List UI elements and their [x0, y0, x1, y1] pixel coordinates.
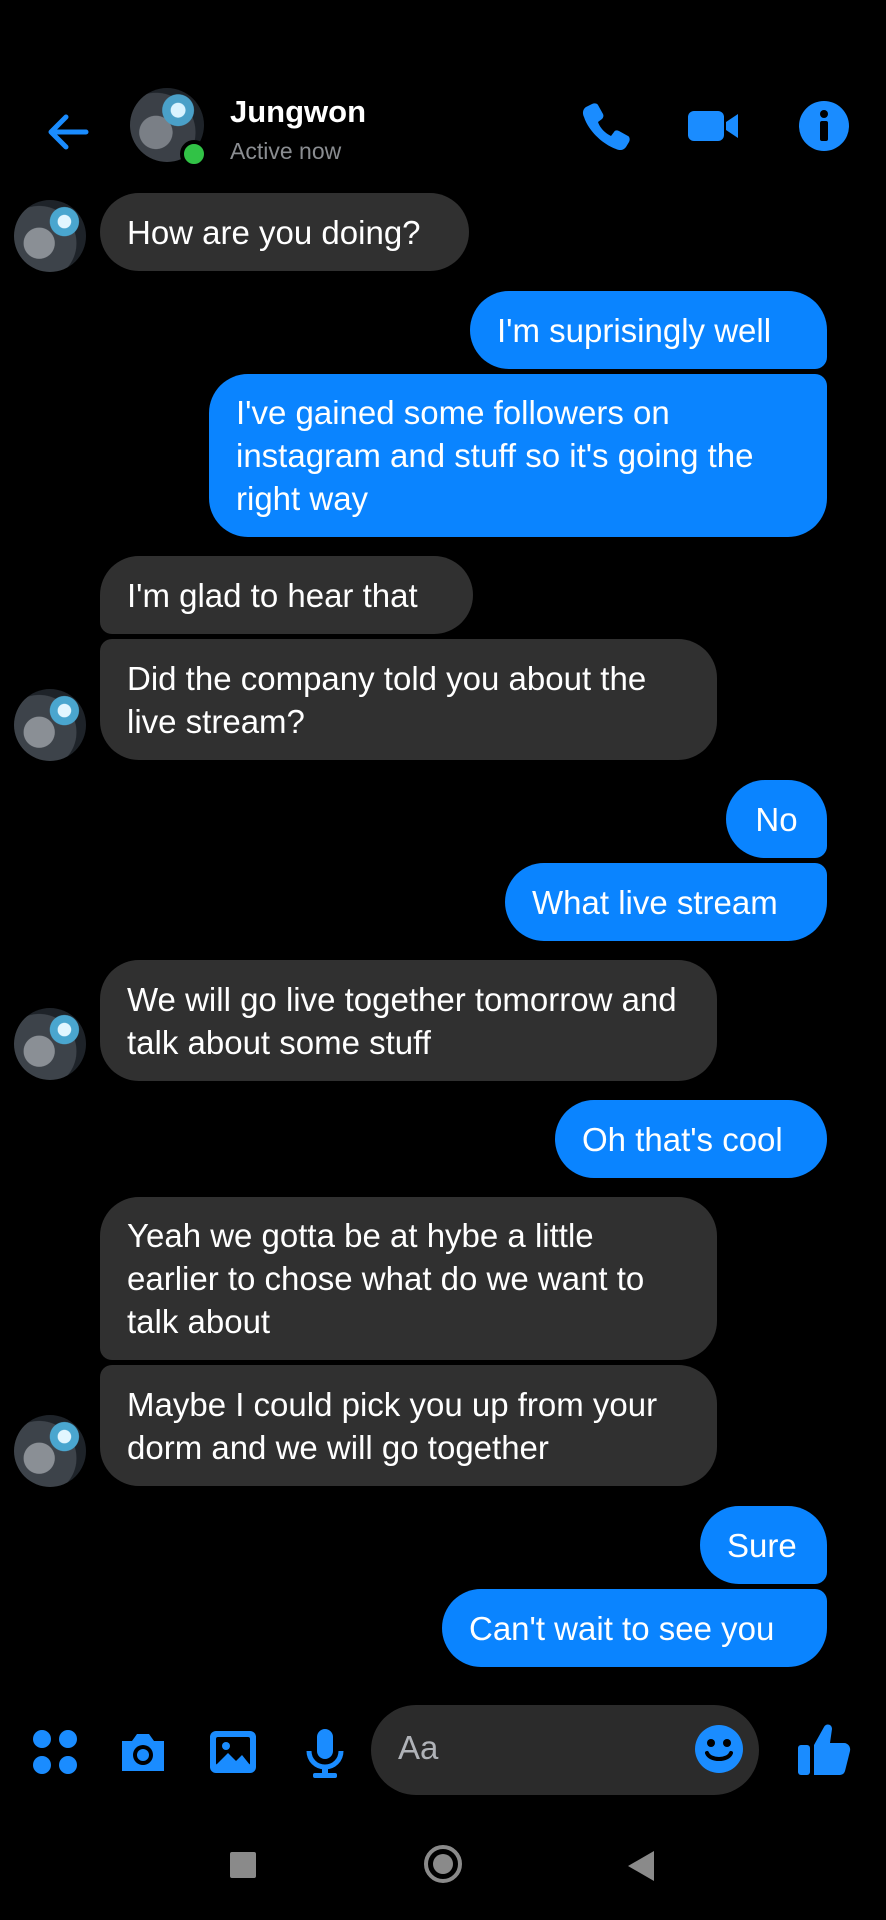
incoming-message[interactable]: How are you doing? [100, 193, 469, 271]
camera-icon[interactable] [116, 1725, 170, 1779]
message-text: No [755, 800, 798, 838]
message-text: I've gained some followers on instagram … [236, 394, 754, 517]
message-text: Sure [727, 1526, 797, 1564]
message-text: Did the company told you about the live … [127, 659, 647, 740]
incoming-message[interactable]: Yeah we gotta be at hybe a little earlie… [100, 1197, 717, 1360]
contact-avatar-small[interactable] [14, 689, 86, 761]
home-circle-icon[interactable] [423, 1844, 463, 1884]
message-text: What live stream [532, 883, 778, 921]
message-thread[interactable]: How are you doing? I'm suprisingly well … [0, 180, 886, 1670]
contact-avatar-small[interactable] [14, 1008, 86, 1080]
message-text: Yeah we gotta be at hybe a little earlie… [127, 1217, 645, 1340]
outgoing-message[interactable]: Oh that's cool [555, 1100, 827, 1178]
contact-name[interactable]: Jungwon [230, 94, 366, 130]
incoming-message[interactable]: We will go live together tomorrow and ta… [100, 960, 717, 1081]
contact-status: Active now [230, 138, 342, 164]
menu-dots-icon[interactable] [28, 1725, 82, 1779]
contact-avatar-small[interactable] [14, 200, 86, 272]
incoming-message[interactable]: Maybe I could pick you up from your dorm… [100, 1365, 717, 1486]
message-composer: Aa [0, 1705, 886, 1795]
contact-avatar-small[interactable] [14, 1415, 86, 1487]
outgoing-message[interactable]: Can't wait to see you [442, 1589, 827, 1667]
image-icon[interactable] [206, 1725, 260, 1779]
message-text: We will go live together tomorrow and ta… [127, 980, 677, 1061]
chat-header: Jungwon Active now [0, 70, 886, 180]
video-camera-icon[interactable] [686, 98, 742, 154]
message-input[interactable]: Aa [371, 1705, 759, 1795]
message-text: Oh that's cool [582, 1120, 783, 1158]
recents-square-icon[interactable] [230, 1852, 256, 1878]
message-text: How are you doing? [127, 213, 421, 251]
outgoing-message[interactable]: I've gained some followers on instagram … [209, 374, 827, 537]
microphone-icon[interactable] [298, 1725, 352, 1779]
message-text: I'm suprisingly well [497, 311, 772, 349]
message-input-placeholder: Aa [398, 1729, 439, 1766]
incoming-message[interactable]: I'm glad to hear that [100, 556, 473, 634]
system-nav-bar [0, 1820, 886, 1920]
outgoing-message[interactable]: What live stream [505, 863, 827, 941]
online-indicator [180, 140, 208, 168]
outgoing-message[interactable]: I'm suprisingly well [470, 291, 827, 369]
back-triangle-icon[interactable] [624, 1848, 658, 1884]
thumbs-up-icon[interactable] [794, 1719, 854, 1779]
info-icon[interactable] [796, 98, 852, 154]
phone-icon[interactable] [578, 98, 634, 154]
outgoing-message[interactable]: Sure [700, 1506, 827, 1584]
message-text: Can't wait to see you [469, 1609, 775, 1647]
back-arrow-icon[interactable] [44, 108, 92, 156]
message-text: I'm glad to hear that [127, 576, 418, 614]
emoji-icon[interactable] [693, 1723, 745, 1775]
message-text: Maybe I could pick you up from your dorm… [127, 1385, 658, 1466]
incoming-message[interactable]: Did the company told you about the live … [100, 639, 717, 760]
outgoing-message[interactable]: No [726, 780, 827, 858]
